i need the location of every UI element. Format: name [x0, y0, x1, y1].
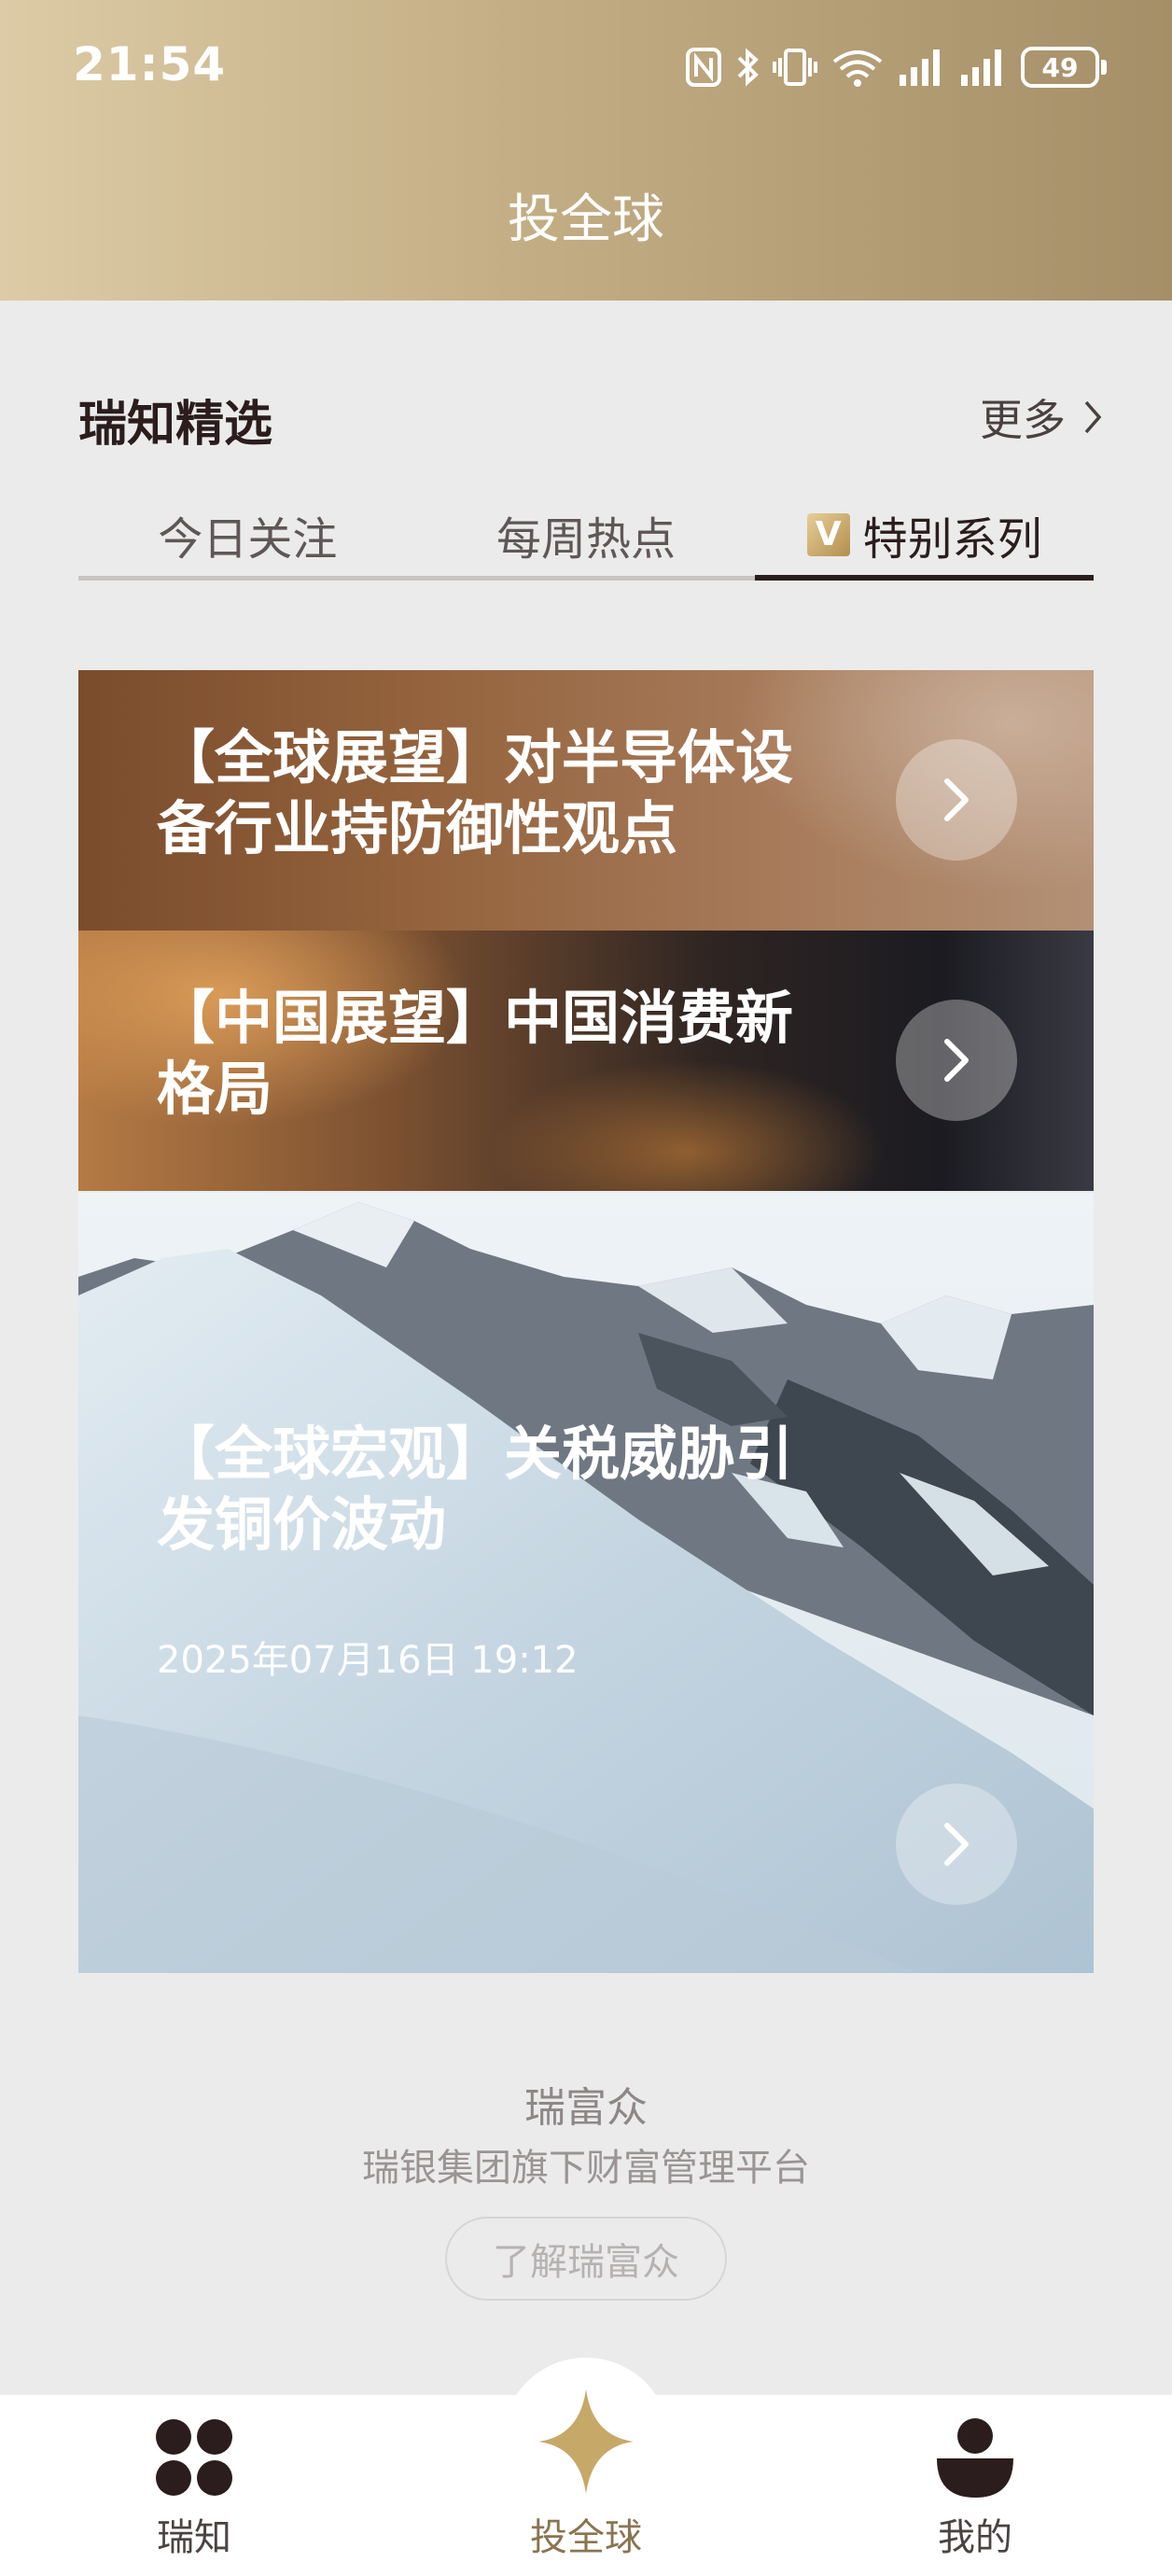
- wifi-icon: [830, 47, 885, 88]
- featured-article-card[interactable]: 【全球宏观】关税威胁引发铜价波动 2025年07月16日 19:12: [78, 1193, 1094, 1973]
- article-card[interactable]: 【中国展望】中国消费新格局: [78, 931, 1094, 1191]
- article-title: 【全球展望】对半导体设备行业持防御性观点: [157, 723, 794, 862]
- tab-label: 今日关注: [158, 512, 338, 566]
- nav-item-ruizhi[interactable]: 瑞知: [91, 2404, 297, 2563]
- signal-icon: [898, 47, 946, 88]
- bluetooth-icon: [735, 47, 760, 88]
- open-article-button[interactable]: [896, 1784, 1017, 1905]
- tab-bar: 今日关注 每周热点 V 特别系列: [78, 493, 1094, 581]
- nav-label: 我的: [938, 2516, 1012, 2559]
- chevron-right-icon: [944, 1823, 969, 1866]
- battery-icon: 49: [1021, 47, 1107, 88]
- tab-today-focus[interactable]: 今日关注: [78, 493, 417, 576]
- more-label: 更多: [980, 395, 1066, 445]
- nav-label: 瑞知: [157, 2516, 231, 2559]
- vibrate-icon: [773, 47, 817, 88]
- tab-label: 每周热点: [496, 512, 677, 566]
- open-article-button[interactable]: [896, 739, 1017, 861]
- app-header: 21:54 49 投全球: [0, 0, 1172, 301]
- nav-item-me[interactable]: 我的: [872, 2404, 1078, 2563]
- article-title: 【中国展望】中国消费新格局: [157, 984, 794, 1123]
- chevron-right-icon: [944, 778, 969, 821]
- nav-item-global-invest[interactable]: 投全球: [483, 2376, 689, 2563]
- status-bar: 21:54 49: [0, 0, 1172, 135]
- more-link[interactable]: 更多: [980, 386, 1103, 448]
- page-title: 投全球: [508, 189, 664, 250]
- article-card[interactable]: 【全球展望】对半导体设备行业持防御性观点: [78, 670, 1094, 931]
- star-icon: [535, 2376, 637, 2498]
- person-icon: [933, 2404, 1017, 2498]
- chevron-right-icon: [944, 1039, 969, 1082]
- brand-description: 瑞银集团旗下财富管理平台: [362, 2147, 810, 2190]
- battery-level: 49: [1041, 51, 1079, 83]
- open-article-button[interactable]: [896, 1000, 1017, 1121]
- brand-name: 瑞富众: [524, 2084, 648, 2132]
- article-date: 2025年07月16日 19:12: [157, 1639, 579, 1682]
- tab-weekly-hot[interactable]: 每周热点: [417, 493, 756, 576]
- four-dots-icon: [154, 2404, 234, 2498]
- signal-icon: [959, 47, 1008, 88]
- section-title: 瑞知精选: [78, 397, 273, 453]
- nfc-icon: [685, 47, 722, 88]
- status-icons: 49: [685, 41, 1107, 93]
- tab-special-series[interactable]: V 特别系列: [755, 493, 1094, 581]
- status-time: 21:54: [73, 37, 227, 91]
- chevron-right-icon: [1082, 399, 1103, 436]
- article-title: 【全球宏观】关税威胁引发铜价波动: [157, 1420, 794, 1559]
- tab-label: 特别系列: [862, 512, 1042, 566]
- nav-label: 投全球: [530, 2516, 642, 2559]
- vip-badge-icon: V: [806, 512, 850, 556]
- learn-more-button[interactable]: 了解瑞富众: [445, 2217, 727, 2301]
